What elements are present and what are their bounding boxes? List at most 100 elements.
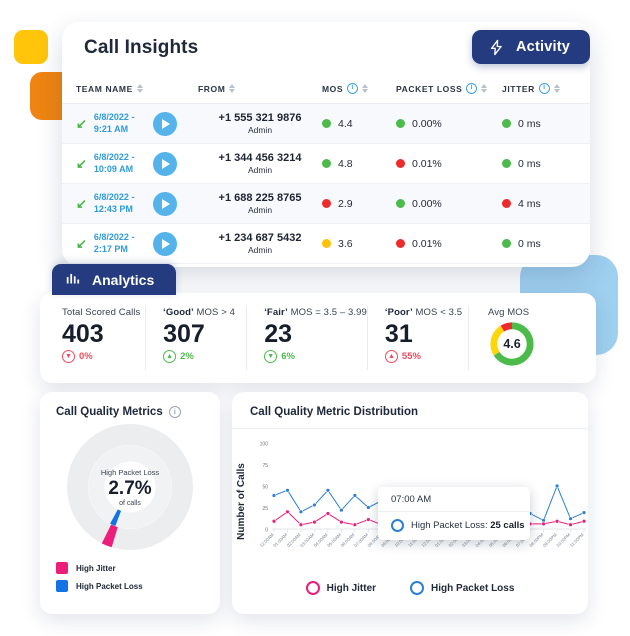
donut-center-top: High Packet Loss [100, 467, 160, 477]
kpi-delta-value: 55% [401, 351, 421, 362]
status-dot [322, 199, 331, 208]
kpi-delta: ▼ 6% [264, 350, 367, 363]
cell-team-name: ↙ 6/8/2022 - 12:43 PM [62, 183, 198, 224]
call-quality-legend: High Jitter High Packet Loss [40, 550, 220, 592]
from-subtitle: Admin [247, 165, 273, 175]
kpi-label: ‘Poor’ MOS < 3.5 [384, 307, 463, 318]
packet-loss-value: 0.00% [412, 197, 442, 210]
play-recording-button[interactable] [152, 111, 177, 136]
y-axis-label: Number of Calls [235, 462, 247, 540]
jitter-value: 4 ms [518, 197, 541, 210]
table-row[interactable]: ↙ 6/8/2022 - 2:17 PM +1 234 687 5432 Adm… [62, 223, 590, 264]
sort-toggle-icon[interactable] [362, 83, 369, 94]
call-timestamp: 6/8/2022 - 12:43 PM [94, 192, 146, 215]
table-header-row: TEAM NAME FROM MOS i PACKET LOSS i JITTE… [62, 74, 590, 104]
kpi-label: ‘Good’ MOS > 4 [163, 307, 235, 318]
call-date: 6/8/2022 - [93, 152, 135, 162]
kpi-value: 23 [264, 320, 292, 348]
column-label: JITTER [502, 83, 535, 94]
call-time: 9:21 AM [93, 123, 129, 134]
status-dot [502, 239, 511, 248]
info-icon[interactable]: i [168, 406, 181, 418]
play-recording-button[interactable] [152, 151, 177, 176]
from-subtitle: Admin [247, 205, 273, 215]
page-title: Call Insights [84, 37, 199, 58]
sort-toggle-icon[interactable] [229, 83, 236, 94]
analytics-kpi-card: Total Scored Calls 403 ▼ 0% ‘Good’ MOS >… [40, 293, 596, 383]
info-icon[interactable]: i [538, 83, 550, 94]
mos-value: 2.9 [338, 197, 353, 210]
packet-loss-value: 0.01% [412, 237, 442, 250]
info-icon[interactable]: i [466, 83, 478, 94]
from-subtitle: Admin [247, 125, 273, 135]
kpi-poor-mos: ‘Poor’ MOS < 3.5 31 ▲ 55% [366, 293, 468, 383]
kpi-label: Avg MOS [488, 307, 530, 318]
info-icon[interactable]: i [347, 83, 359, 94]
legend-item[interactable]: High Packet Loss [410, 581, 514, 595]
column-header-from[interactable]: FROM [198, 74, 322, 104]
call-timestamp: 6/8/2022 - 9:21 AM [94, 112, 146, 135]
kpi-good-mos: ‘Good’ MOS > 4 307 ▲ 2% [145, 293, 246, 383]
cell-from: +1 555 321 9876 Admin [198, 103, 322, 144]
call-insights-header: Call Insights Activity [62, 22, 590, 74]
sort-toggle-icon[interactable] [136, 83, 143, 94]
table-row[interactable]: ↙ 6/8/2022 - 10:09 AM +1 344 456 3214 Ad… [62, 143, 590, 184]
call-timestamp: 6/8/2022 - 2:17 PM [94, 232, 146, 255]
cell-mos: 2.9 [322, 183, 396, 224]
tab-analytics[interactable]: Analytics [52, 264, 177, 295]
svg-text:75: 75 [262, 463, 268, 469]
activity-button[interactable]: Activity [472, 30, 590, 64]
column-header-team-name[interactable]: TEAM NAME [62, 74, 198, 104]
column-label: PACKET LOSS [396, 83, 463, 94]
activity-button-label: Activity [516, 39, 570, 55]
legend-item[interactable]: High Packet Loss [56, 580, 220, 592]
cell-packet-loss: 0.00% [396, 103, 502, 144]
call-quality-metrics-card: Call Quality Metrics i High Packet Loss … [40, 392, 220, 614]
trend-up-icon: ▲ [163, 350, 177, 363]
legend-swatch [56, 580, 68, 592]
call-quality-metrics-title: Call Quality Metrics i [40, 392, 220, 418]
status-dot [396, 239, 405, 248]
status-dot [322, 159, 331, 168]
kpi-delta-value: 2% [180, 351, 194, 362]
tooltip-body: High Packet Loss: 25 calls [378, 512, 530, 540]
distribution-chart-area: Number of Calls 0 25 50 75 100 12:00AM 01:00AM… [232, 429, 588, 579]
play-icon [161, 238, 170, 249]
status-dot [322, 239, 331, 248]
series-marker-icon [391, 519, 404, 532]
svg-text:11:00PM: 11:00PM [569, 532, 585, 548]
legend-label: High Packet Loss [76, 581, 143, 591]
play-recording-button[interactable] [152, 231, 177, 256]
legend-item[interactable]: High Jitter [56, 562, 220, 574]
trend-up-icon: ▲ [384, 350, 398, 363]
kpi-delta-value: 6% [281, 351, 295, 362]
jitter-value: 0 ms [518, 157, 541, 170]
packet-loss-value: 0.01% [412, 157, 442, 170]
sort-toggle-icon[interactable] [481, 83, 488, 94]
kpi-value: 307 [163, 320, 205, 348]
kpi-avg-mos: Avg MOS 4.6 [468, 293, 592, 383]
column-label: FROM [198, 83, 226, 94]
table-row[interactable]: ↙ 6/8/2022 - 12:43 PM +1 688 225 8765 Ad… [62, 183, 590, 224]
column-label: MOS [322, 83, 344, 94]
call-insights-table: TEAM NAME FROM MOS i PACKET LOSS i JITTE… [62, 74, 590, 264]
play-recording-button[interactable] [152, 191, 177, 216]
svg-text:0: 0 [265, 528, 268, 534]
column-header-mos[interactable]: MOS i [322, 74, 396, 104]
column-header-packet-loss[interactable]: PACKET LOSS i [396, 74, 502, 104]
avg-mos-gauge: 4.6 [488, 320, 536, 368]
cell-mos: 3.6 [322, 223, 396, 264]
cell-team-name: ↙ 6/8/2022 - 10:09 AM [62, 143, 198, 184]
from-number: +1 555 321 9876 [218, 112, 302, 124]
distribution-legend: High Jitter High Packet Loss [232, 581, 588, 595]
legend-item[interactable]: High Jitter [305, 581, 376, 595]
cell-team-name: ↙ 6/8/2022 - 2:17 PM [62, 223, 198, 264]
svg-text:50: 50 [262, 485, 268, 491]
cell-packet-loss: 0.01% [396, 223, 502, 264]
column-header-jitter[interactable]: JITTER i [502, 74, 590, 104]
sort-toggle-icon[interactable] [553, 83, 560, 94]
table-row[interactable]: ↙ 6/8/2022 - 9:21 AM +1 555 321 9876 Adm… [62, 103, 590, 144]
call-time: 12:43 PM [93, 203, 133, 214]
call-date: 6/8/2022 - [93, 232, 135, 242]
cell-packet-loss: 0.00% [396, 183, 502, 224]
